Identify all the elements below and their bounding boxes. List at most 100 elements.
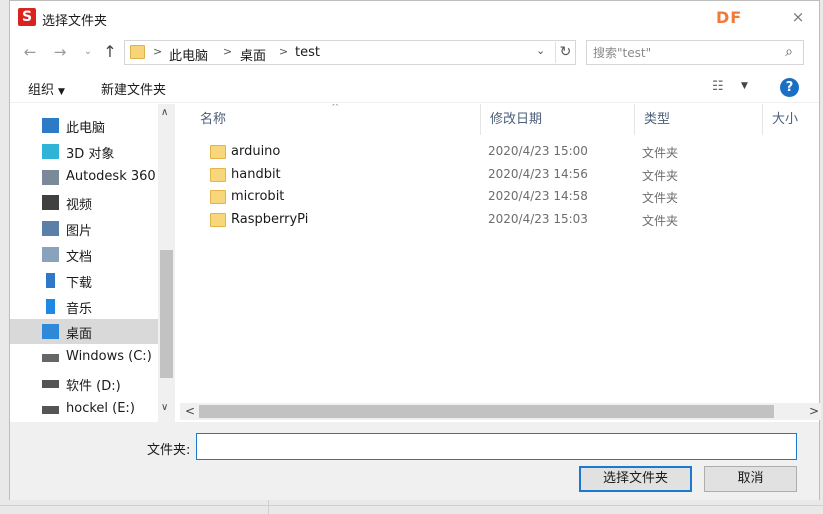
column-header-size[interactable]: 大小 bbox=[763, 104, 820, 135]
refresh-button[interactable]: ↻ bbox=[555, 42, 575, 63]
file-name: microbit bbox=[231, 189, 285, 204]
nav-item[interactable]: 图片 bbox=[10, 216, 158, 241]
file-row[interactable]: RaspberryPi 2020/4/23 15:03 文件夹 bbox=[198, 210, 798, 232]
search-input[interactable] bbox=[593, 44, 773, 62]
nav-item[interactable]: 下载 bbox=[10, 268, 158, 293]
close-button[interactable]: × bbox=[786, 7, 810, 27]
title-bar: S 选择文件夹 DF × bbox=[10, 1, 819, 35]
file-row[interactable]: arduino 2020/4/23 15:00 文件夹 bbox=[198, 142, 798, 164]
drive-icon bbox=[42, 405, 59, 414]
scroll-left-icon[interactable]: < bbox=[185, 404, 195, 418]
folder-icon bbox=[210, 145, 226, 159]
breadcrumb-test[interactable]: test bbox=[295, 45, 320, 60]
computer-icon bbox=[42, 118, 59, 133]
desktop-icon bbox=[42, 324, 59, 340]
address-bar[interactable]: > 此电脑 > 桌面 > test ⌄ ↻ bbox=[124, 40, 576, 65]
up-button[interactable]: ↑ bbox=[100, 41, 120, 63]
file-date: 2020/4/23 14:56 bbox=[488, 166, 588, 181]
file-name: arduino bbox=[231, 144, 281, 159]
dropdown-arrow-icon: ▼ bbox=[58, 87, 65, 97]
df-watermark: DF bbox=[716, 8, 743, 27]
file-type: 文件夹 bbox=[642, 213, 679, 228]
nav-scroll-thumb[interactable] bbox=[160, 250, 173, 378]
cancel-button[interactable]: 取消 bbox=[704, 466, 797, 492]
nav-item-label: 桌面 bbox=[66, 327, 93, 343]
nav-item[interactable]: 软件 (D:) bbox=[10, 371, 158, 396]
new-folder-button[interactable]: 新建文件夹 bbox=[101, 79, 166, 98]
view-dropdown-arrow-icon[interactable]: ▼ bbox=[741, 81, 748, 91]
nav-item-label: 此电脑 bbox=[66, 121, 106, 136]
file-date: 2020/4/23 15:03 bbox=[488, 211, 588, 226]
nav-item-label: Windows (C:) bbox=[66, 349, 152, 365]
nav-item[interactable]: Autodesk 360 bbox=[10, 165, 158, 190]
column-header-date[interactable]: 修改日期 bbox=[481, 104, 635, 135]
nav-item[interactable]: 此电脑 bbox=[10, 113, 158, 138]
nav-item-label: 文档 bbox=[66, 250, 93, 265]
dialog-title: 选择文件夹 bbox=[42, 14, 108, 29]
video-icon bbox=[42, 195, 59, 211]
nav-item-label: 下载 bbox=[66, 275, 93, 291]
file-list-pane: ^ 名称 修改日期 类型 大小 arduino 2020/4/23 15:00 文件… bbox=[180, 104, 820, 404]
pictures-icon bbox=[42, 221, 59, 237]
nav-pane-scrollbar[interactable]: ∧ ∨ bbox=[158, 104, 175, 422]
nav-item-label: 图片 bbox=[66, 224, 93, 240]
column-header-type[interactable]: 类型 bbox=[635, 104, 763, 135]
select-folder-button[interactable]: 选择文件夹 bbox=[579, 466, 692, 492]
horizontal-scrollbar[interactable]: < > bbox=[180, 403, 821, 420]
view-options-icon[interactable]: ☷ bbox=[712, 79, 724, 94]
breadcrumb-desktop[interactable]: 桌面 bbox=[240, 45, 266, 64]
nav-item-label: 软件 (D:) bbox=[66, 379, 121, 394]
search-box: ⌕ bbox=[586, 40, 804, 65]
chevron-right-icon[interactable]: > bbox=[153, 45, 162, 58]
nav-item-label: 音乐 bbox=[66, 301, 93, 317]
file-date: 2020/4/23 14:58 bbox=[488, 189, 588, 203]
music-icon bbox=[46, 298, 55, 314]
nav-item[interactable]: 视频 bbox=[10, 190, 158, 215]
back-button[interactable]: ← bbox=[20, 41, 40, 63]
navigation-bar: ← → ⌄ ↑ > 此电脑 > 桌面 > test ⌄ ↻ ⌕ bbox=[10, 37, 819, 67]
file-date: 2020/4/23 15:00 bbox=[488, 144, 588, 158]
nav-item[interactable]: 桌面 bbox=[10, 319, 158, 345]
cloud-icon bbox=[42, 169, 59, 185]
organize-label: 组织 bbox=[28, 83, 55, 98]
nav-item[interactable]: 3D 对象 bbox=[10, 139, 158, 164]
column-header-name[interactable]: 名称 bbox=[191, 104, 481, 135]
scroll-up-icon[interactable]: ∧ bbox=[161, 107, 168, 118]
folder-name-input[interactable] bbox=[196, 433, 797, 460]
file-type: 文件夹 bbox=[642, 168, 679, 183]
folder-picker-dialog: S 选择文件夹 DF × ← → ⌄ ↑ > 此电脑 > 桌面 > test ⌄… bbox=[9, 0, 821, 500]
folder-icon bbox=[130, 45, 145, 59]
folder-icon bbox=[210, 212, 226, 227]
windows-drive-icon bbox=[42, 354, 59, 363]
organize-button[interactable]: 组织 ▼ bbox=[28, 79, 65, 98]
nav-item[interactable]: 音乐 bbox=[10, 294, 158, 319]
folder-label: 文件夹: bbox=[147, 443, 191, 458]
folder-icon bbox=[210, 190, 226, 204]
file-type: 文件夹 bbox=[642, 191, 679, 205]
file-row[interactable]: handbit 2020/4/23 14:56 文件夹 bbox=[198, 165, 798, 187]
file-row[interactable]: microbit 2020/4/23 14:58 文件夹 bbox=[198, 187, 798, 209]
chevron-right-icon[interactable]: > bbox=[223, 45, 232, 58]
chevron-right-icon[interactable]: > bbox=[279, 45, 288, 58]
drive-icon bbox=[42, 380, 59, 388]
horizontal-scroll-thumb[interactable] bbox=[199, 405, 774, 418]
search-icon[interactable]: ⌕ bbox=[780, 43, 798, 61]
nav-item[interactable]: 文档 bbox=[10, 242, 158, 267]
cube-icon bbox=[42, 143, 59, 159]
nav-item-label: hockel (E:) bbox=[66, 400, 135, 416]
nav-item[interactable]: hockel (E:) bbox=[10, 397, 158, 422]
breadcrumb-this-pc[interactable]: 此电脑 bbox=[169, 45, 208, 64]
navigation-pane: 此电脑 3D 对象 Autodesk 360 视频图片文档下载音乐桌面 Windows … bbox=[10, 104, 175, 422]
documents-icon bbox=[42, 247, 59, 262]
nav-item[interactable]: Windows (C:) bbox=[10, 345, 158, 370]
forward-button[interactable]: → bbox=[50, 41, 70, 63]
address-dropdown-icon[interactable]: ⌄ bbox=[536, 44, 545, 57]
toolbar: 组织 ▼ 新建文件夹 ☷ ▼ ? bbox=[10, 71, 819, 103]
scroll-right-icon[interactable]: > bbox=[809, 404, 819, 418]
recent-locations-button[interactable]: ⌄ bbox=[78, 41, 98, 63]
scroll-down-icon[interactable]: ∨ bbox=[161, 402, 168, 413]
nav-item-label: Autodesk 360 bbox=[66, 168, 156, 184]
file-name: RaspberryPi bbox=[231, 211, 309, 227]
help-button[interactable]: ? bbox=[780, 78, 799, 97]
folder-icon bbox=[210, 167, 226, 182]
